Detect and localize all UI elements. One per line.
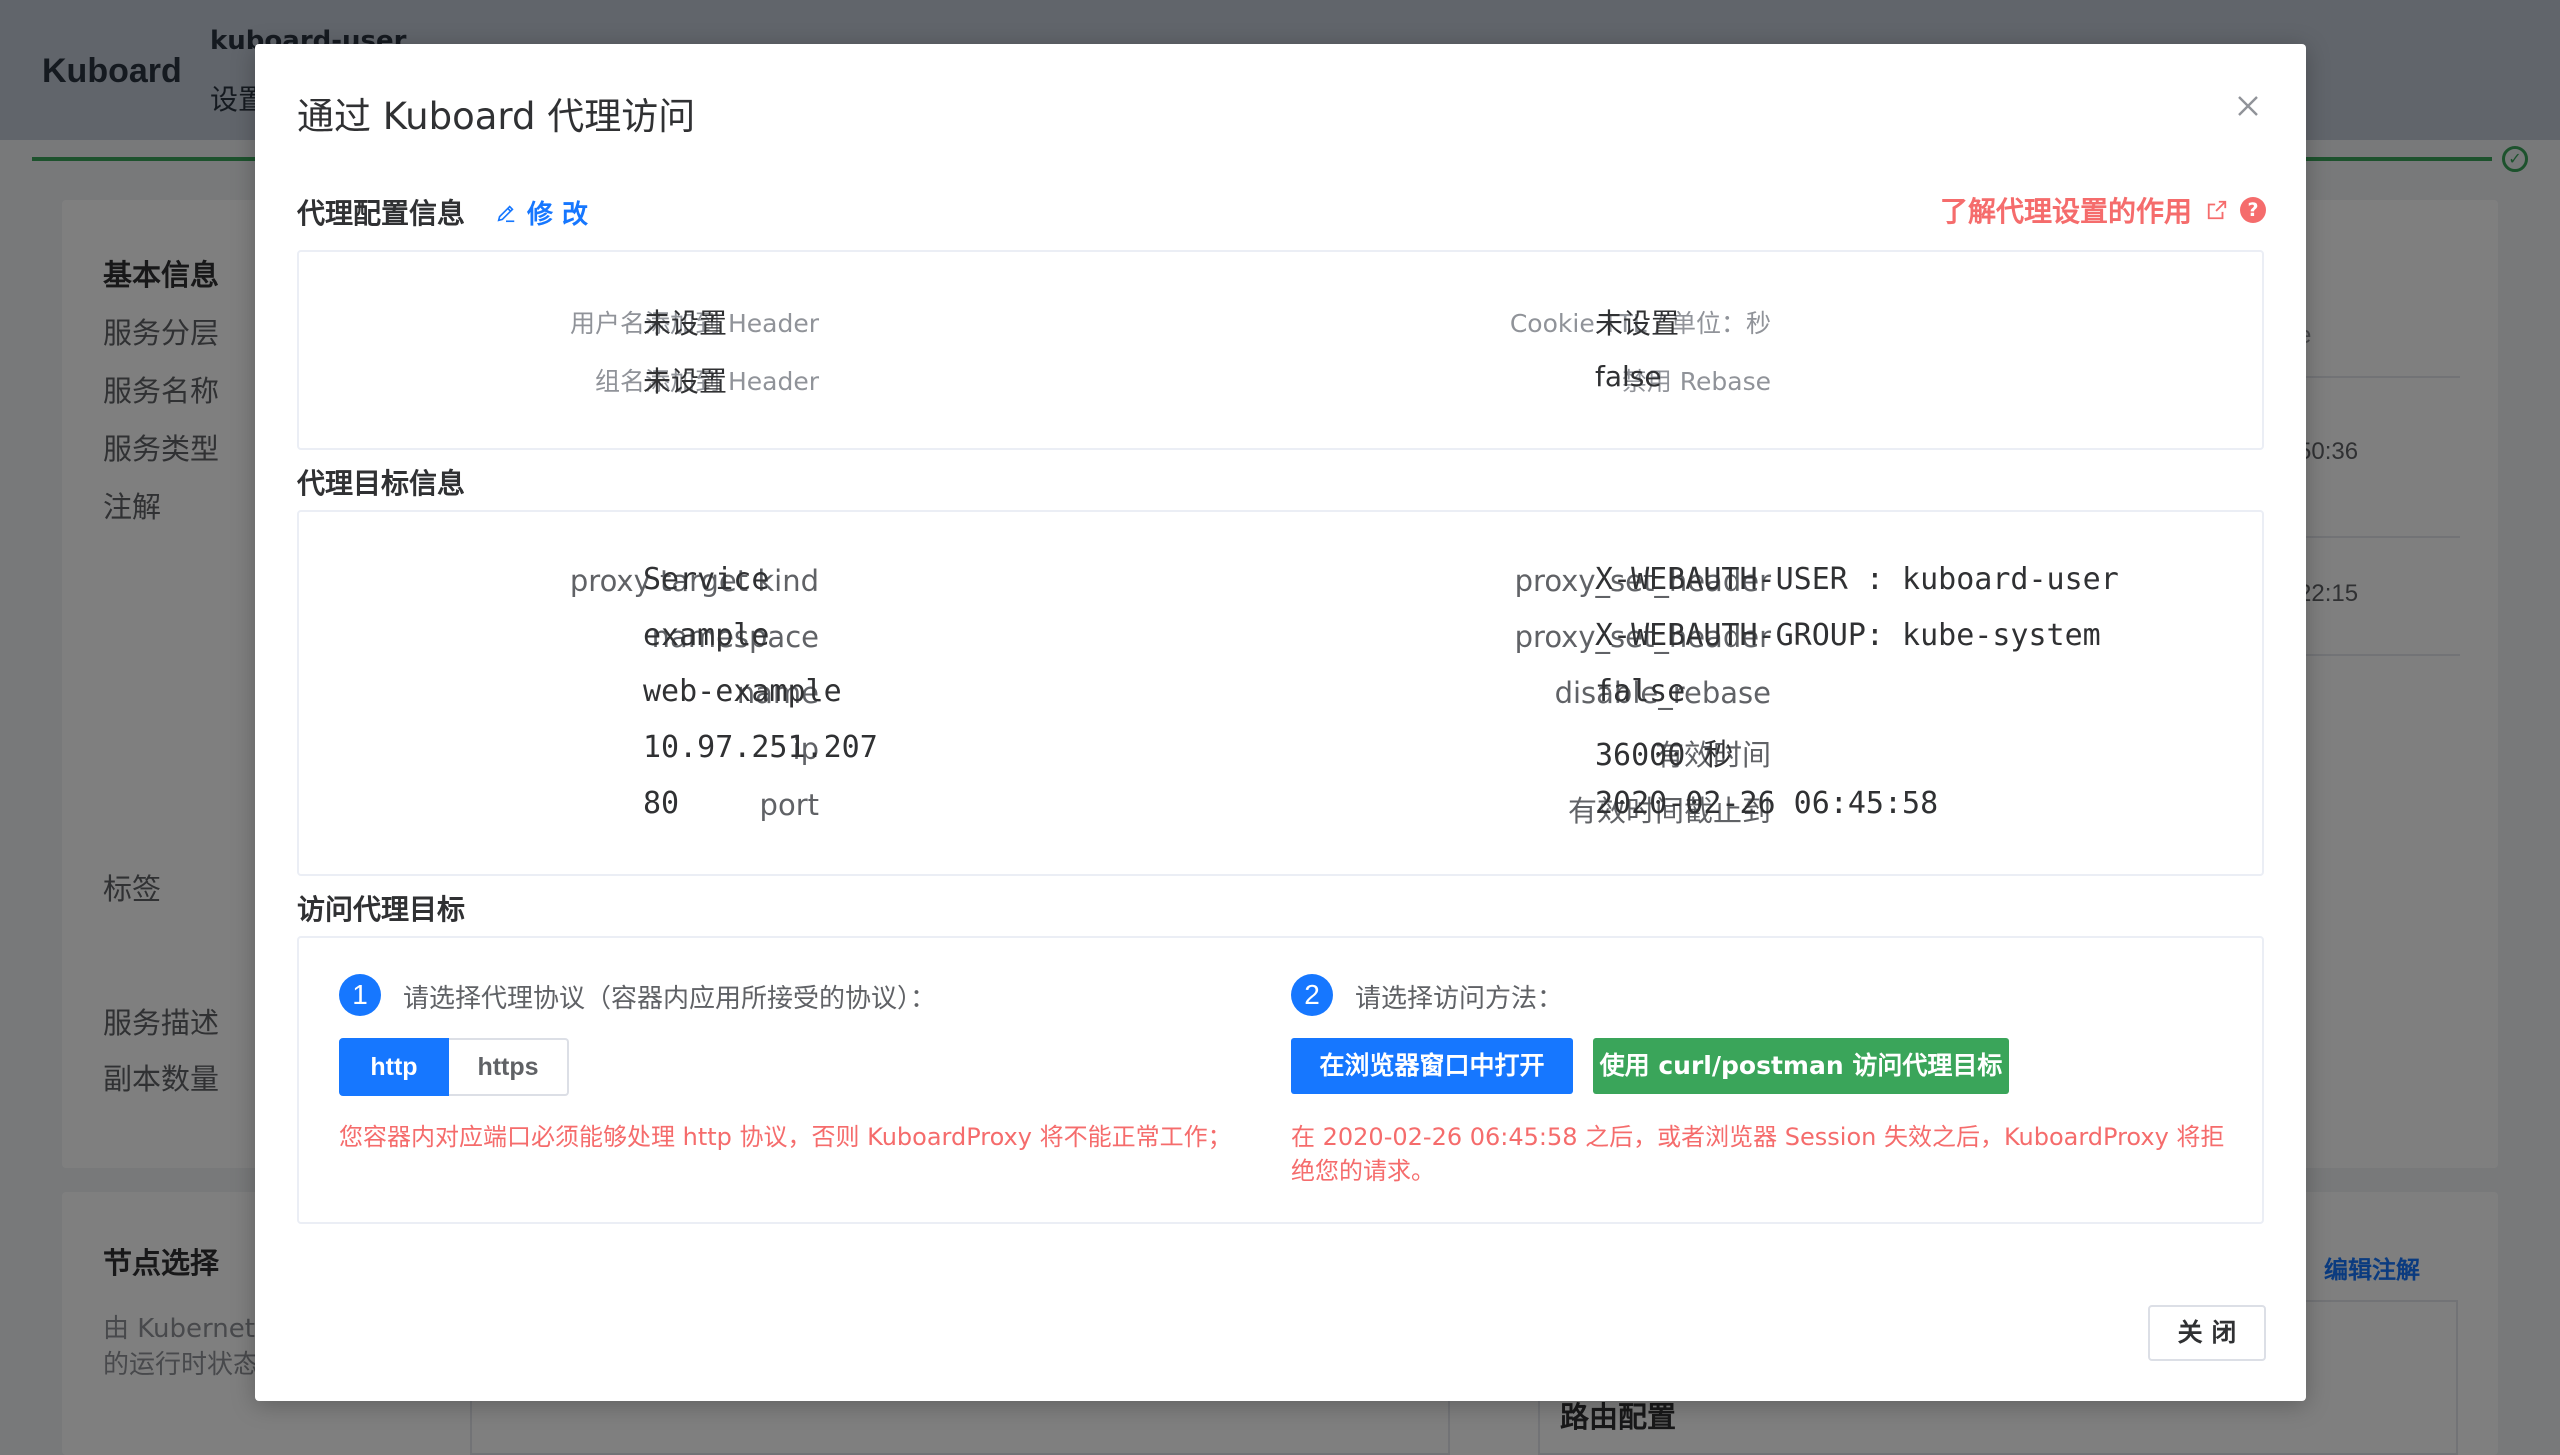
access-target-title: 访问代理目标 — [297, 893, 466, 926]
proxy-config-panel: 用户名添加到 Header 未设置 组名添加到 Header 未设置 Cooki… — [297, 250, 2264, 450]
target-value: false — [1595, 674, 1686, 709]
proxy-target-title: 代理目标信息 — [297, 467, 466, 500]
target-value: X-WEBAUTH-USER : kuboard-user — [1595, 562, 2119, 597]
step-2-badge: 2 — [1291, 974, 1333, 1016]
close-icon[interactable] — [2230, 88, 2266, 124]
target-value: 2020-02-26 06:45:58 — [1595, 786, 1939, 821]
target-value: web-example — [643, 674, 842, 709]
use-curl-button[interactable]: 使用 curl/postman 访问代理目标 — [1593, 1038, 2009, 1094]
step-1-text: 请选择代理协议（容器内应用所接受的协议）： — [403, 984, 937, 1014]
target-key: disable_rebase — [1554, 676, 1771, 710]
target-value: 10.97.251.207 — [643, 730, 878, 765]
proxy-config-title: 代理配置信息 — [297, 197, 466, 230]
protocol-http-button[interactable]: http — [339, 1038, 449, 1096]
config-key: 禁用 Rebase — [1621, 367, 1771, 396]
external-link-icon — [2207, 200, 2227, 220]
session-warning-line-1: 在 2020-02-26 06:45:58 之后，或者浏览器 Session 失… — [1291, 1123, 2225, 1151]
target-value: example — [643, 618, 770, 653]
proxy-access-dialog: 通过 Kuboard 代理访问 代理配置信息 修 改 了解代理设置的作用 ? 用… — [255, 44, 2306, 1401]
target-value: 36000 秒 — [1595, 738, 1734, 773]
target-value: 80 — [643, 786, 680, 821]
help-icon[interactable]: ? — [2240, 197, 2266, 223]
target-value: Service — [643, 562, 770, 597]
step-2-text: 请选择访问方法： — [1355, 984, 1564, 1014]
protocol-https-button[interactable]: https — [449, 1038, 569, 1096]
config-value: 未设置 — [1595, 307, 1680, 340]
edit-icon — [497, 204, 515, 222]
target-value: X-WEBAUTH-GROUP: kube-system — [1595, 618, 2101, 653]
proxy-target-panel: proxy target kind Service namespace exam… — [297, 510, 2264, 876]
session-warning-line-2: 绝您的请求。 — [1291, 1157, 1435, 1185]
open-in-browser-button[interactable]: 在浏览器窗口中打开 — [1291, 1038, 1573, 1094]
config-value: 未设置 — [643, 365, 728, 398]
edit-config-button[interactable]: 修 改 — [495, 194, 588, 231]
close-button[interactable]: 关 闭 — [2148, 1305, 2266, 1361]
access-target-panel: 1 请选择代理协议（容器内应用所接受的协议）： http https 您容器内对… — [297, 936, 2264, 1224]
step-1-badge: 1 — [339, 974, 381, 1016]
learn-proxy-link[interactable]: 了解代理设置的作用 ? — [1940, 190, 2266, 230]
config-value: 未设置 — [643, 307, 728, 340]
target-key: port — [759, 788, 819, 822]
config-key: Cookie TTL / 单位：秒 — [1509, 309, 1771, 338]
edit-config-label: 修 改 — [527, 200, 589, 230]
config-key: 用户名添加到 Header — [570, 309, 819, 338]
config-value: false — [1595, 360, 1662, 393]
protocol-warning: 您容器内对应端口必须能够处理 http 协议，否则 KuboardProxy 将… — [339, 1123, 1232, 1151]
dialog-title: 通过 Kuboard 代理访问 — [297, 95, 696, 138]
learn-proxy-label: 了解代理设置的作用 — [1939, 195, 2192, 228]
config-key: 组名添加到 Header — [595, 367, 819, 396]
